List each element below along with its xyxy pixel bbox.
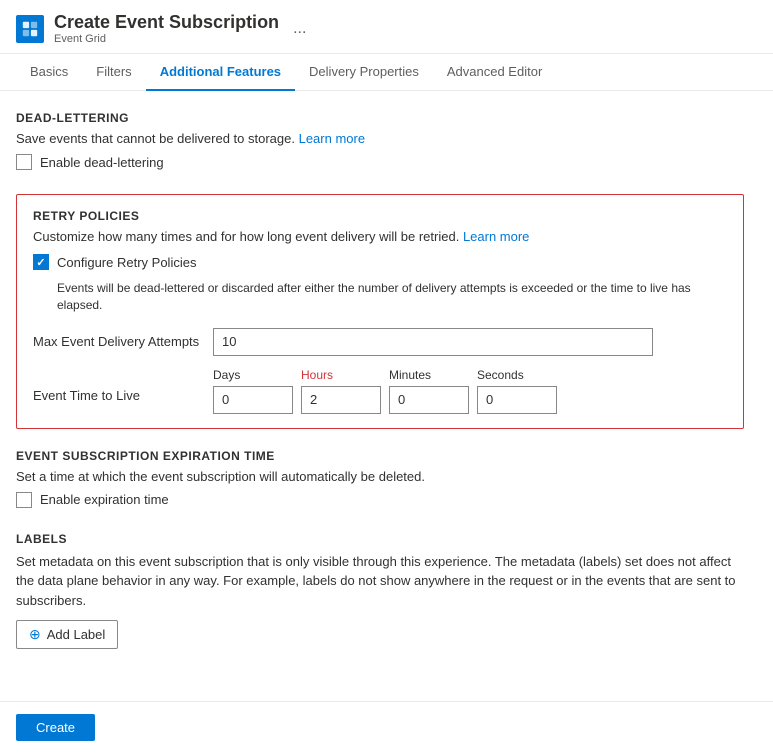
expiration-section: EVENT SUBSCRIPTION EXPIRATION TIME Set a… [16, 449, 744, 508]
page-subtitle: Event Grid [54, 33, 279, 45]
ttl-seconds-label: Seconds [477, 368, 557, 382]
ttl-seconds-input[interactable] [477, 386, 557, 414]
add-label-icon: ⊕ [29, 626, 41, 643]
dead-lettering-checkbox-row: Enable dead-lettering [16, 154, 744, 170]
ttl-label: Event Time to Live [33, 368, 213, 403]
event-grid-icon [16, 15, 44, 43]
expiration-desc: Set a time at which the event subscripti… [16, 469, 744, 484]
retry-policies-desc: Customize how many times and for how lon… [33, 229, 727, 244]
tab-additional-features[interactable]: Additional Features [146, 54, 295, 91]
labels-section: LABELS Set metadata on this event subscr… [16, 532, 744, 650]
tab-advanced-editor[interactable]: Advanced Editor [433, 54, 556, 91]
configure-retry-checkbox[interactable] [33, 254, 49, 270]
ttl-hours-input[interactable] [301, 386, 381, 414]
tab-bar: Basics Filters Additional Features Deliv… [0, 54, 773, 91]
tab-basics[interactable]: Basics [16, 54, 82, 91]
max-attempts-input[interactable] [213, 328, 653, 356]
expiration-checkbox-label: Enable expiration time [40, 492, 169, 507]
create-button[interactable]: Create [16, 714, 95, 741]
retry-events-note: Events will be dead-lettered or discarde… [57, 280, 727, 314]
more-options-button[interactable]: ... [293, 20, 306, 38]
retry-policies-section: RETRY POLICIES Customize how many times … [16, 194, 744, 429]
tab-filters[interactable]: Filters [82, 54, 145, 91]
max-attempts-label: Max Event Delivery Attempts [33, 334, 213, 349]
add-label-button[interactable]: ⊕ Add Label [16, 620, 118, 649]
main-content: DEAD-LETTERING Save events that cannot b… [0, 91, 760, 693]
ttl-minutes-input[interactable] [389, 386, 469, 414]
configure-retry-label: Configure Retry Policies [57, 255, 196, 270]
dead-lettering-title: DEAD-LETTERING [16, 111, 744, 125]
labels-title: LABELS [16, 532, 744, 546]
ttl-row: Event Time to Live Days Hours Minutes Se… [33, 368, 727, 414]
tab-delivery-properties[interactable]: Delivery Properties [295, 54, 433, 91]
dead-lettering-learn-more-link[interactable]: Learn more [299, 131, 365, 146]
page-title: Create Event Subscription [54, 12, 279, 33]
ttl-days-group: Days [213, 368, 293, 414]
dead-lettering-section: DEAD-LETTERING Save events that cannot b… [16, 111, 744, 170]
header-text-block: Create Event Subscription Event Grid [54, 12, 279, 45]
max-attempts-row: Max Event Delivery Attempts [33, 328, 727, 356]
dead-lettering-desc: Save events that cannot be delivered to … [16, 131, 744, 146]
add-label-text: Add Label [47, 627, 106, 642]
ttl-days-input[interactable] [213, 386, 293, 414]
configure-retry-row: Configure Retry Policies [33, 254, 727, 270]
expiration-checkbox[interactable] [16, 492, 32, 508]
ttl-seconds-group: Seconds [477, 368, 557, 414]
expiration-checkbox-row: Enable expiration time [16, 492, 744, 508]
page-footer: Create [0, 701, 773, 753]
ttl-days-label: Days [213, 368, 293, 382]
ttl-minutes-group: Minutes [389, 368, 469, 414]
ttl-minutes-label: Minutes [389, 368, 469, 382]
ttl-hours-group: Hours [301, 368, 381, 414]
ttl-hours-label: Hours [301, 368, 381, 382]
dead-lettering-checkbox-label: Enable dead-lettering [40, 155, 164, 170]
page-header: Create Event Subscription Event Grid ... [0, 0, 773, 54]
expiration-title: EVENT SUBSCRIPTION EXPIRATION TIME [16, 449, 744, 463]
labels-desc: Set metadata on this event subscription … [16, 552, 744, 611]
retry-learn-more-link[interactable]: Learn more [463, 229, 529, 244]
retry-policies-title: RETRY POLICIES [33, 209, 727, 223]
dead-lettering-checkbox[interactable] [16, 154, 32, 170]
ttl-inputs-group: Days Hours Minutes Seconds [213, 368, 727, 414]
